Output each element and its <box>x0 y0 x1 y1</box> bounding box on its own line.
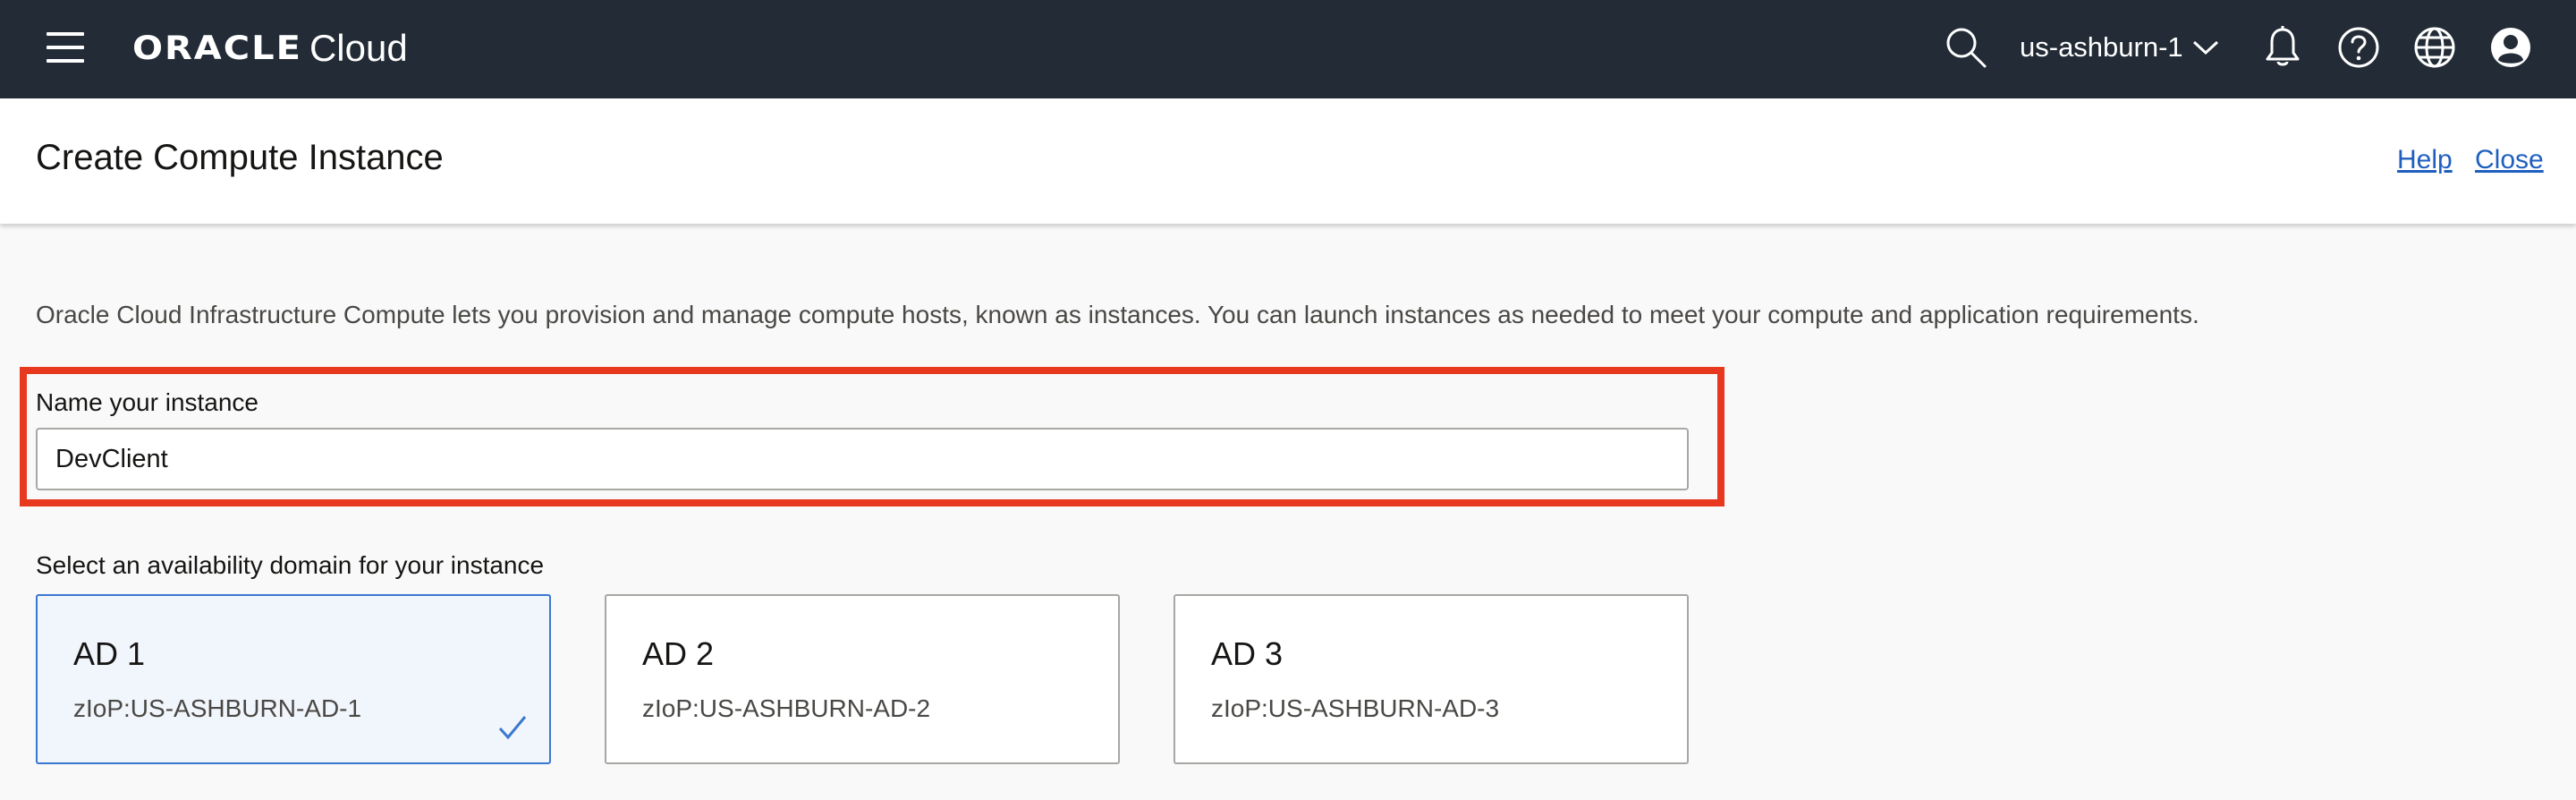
region-selector[interactable]: us-ashburn-1 <box>2020 25 2219 70</box>
ad-name: AD 1 <box>73 635 146 672</box>
ad-code: zIoP:US-ASHBURN-AD-2 <box>642 694 931 722</box>
user-icon[interactable] <box>2487 24 2534 71</box>
close-link[interactable]: Close <box>2475 145 2544 175</box>
checkmark-icon <box>498 716 527 740</box>
help-link[interactable]: Help <box>2397 145 2453 175</box>
instance-name-input[interactable] <box>36 428 1689 490</box>
page-title: Create Compute Instance <box>36 138 444 177</box>
ad-card-2[interactable]: AD 2 zIoP:US-ASHBURN-AD-2 <box>605 594 1120 764</box>
ad-name: AD 3 <box>1211 635 1284 672</box>
ad-code: zIoP:US-ASHBURN-AD-1 <box>73 694 362 722</box>
instance-name-label: Name your instance <box>36 388 259 416</box>
region-label: us-ashburn-1 <box>2020 31 2183 63</box>
top-navigation-bar: ORACLE Cloud us-ashburn-1 <box>0 0 2576 98</box>
availability-domain-label: Select an availability domain for your i… <box>36 551 545 579</box>
intro-text: Oracle Cloud Infrastructure Compute lets… <box>36 301 2199 328</box>
help-icon[interactable] <box>2335 24 2382 71</box>
search-icon[interactable] <box>1943 24 1989 71</box>
brand-name: ORACLE <box>132 29 302 68</box>
ad-card-1[interactable]: AD 1 zIoP:US-ASHBURN-AD-1 <box>36 594 551 764</box>
bell-icon[interactable] <box>2259 24 2306 71</box>
globe-icon[interactable] <box>2411 24 2458 71</box>
chevron-down-icon <box>2192 40 2218 55</box>
product-name: Cloud <box>309 27 408 69</box>
oracle-cloud-logo[interactable]: ORACLE Cloud <box>132 21 408 75</box>
page-header: Create Compute Instance Help Close <box>0 98 2576 224</box>
menu-icon[interactable] <box>47 32 84 63</box>
ad-name: AD 2 <box>642 635 715 672</box>
ad-code: zIoP:US-ASHBURN-AD-3 <box>1211 694 1500 722</box>
ad-card-3[interactable]: AD 3 zIoP:US-ASHBURN-AD-3 <box>1174 594 1689 764</box>
